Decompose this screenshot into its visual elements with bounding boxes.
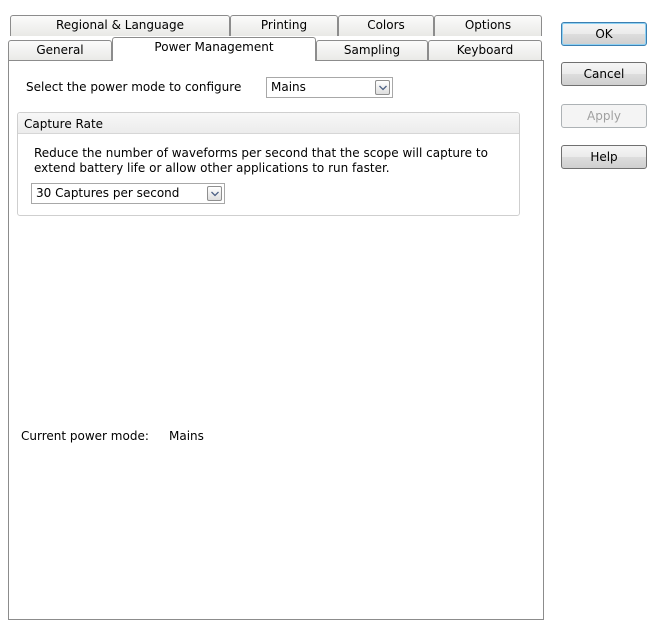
apply-button: Apply <box>561 104 647 128</box>
tab-general[interactable]: General <box>8 40 112 61</box>
power-mode-select[interactable]: Mains <box>266 77 393 98</box>
help-button[interactable]: Help <box>561 145 647 169</box>
capture-rate-description-2: extend battery life or allow other appli… <box>34 161 390 175</box>
current-power-mode-value: Mains <box>169 429 204 443</box>
tab-printing[interactable]: Printing <box>230 15 338 36</box>
ok-button[interactable]: OK <box>561 22 647 46</box>
tab-colors[interactable]: Colors <box>338 15 434 36</box>
capture-rate-value: 30 Captures per second <box>36 186 180 200</box>
capture-rate-select[interactable]: 30 Captures per second <box>31 183 225 204</box>
tab-keyboard[interactable]: Keyboard <box>428 40 542 61</box>
tab-sampling[interactable]: Sampling <box>316 40 428 61</box>
chevron-down-icon[interactable] <box>207 186 222 201</box>
power-mode-label: Select the power mode to configure <box>26 80 242 94</box>
cancel-button[interactable]: Cancel <box>561 62 647 86</box>
power-mode-value: Mains <box>271 80 306 94</box>
current-power-mode-label: Current power mode: <box>21 429 149 443</box>
chevron-down-icon[interactable] <box>375 80 390 95</box>
capture-rate-title: Capture Rate <box>24 117 104 131</box>
tab-regional-language[interactable]: Regional & Language <box>10 15 230 36</box>
tab-power-management[interactable]: Power Management <box>112 37 316 61</box>
capture-rate-description-1: Reduce the number of waveforms per secon… <box>34 146 488 160</box>
tab-options[interactable]: Options <box>434 15 542 36</box>
